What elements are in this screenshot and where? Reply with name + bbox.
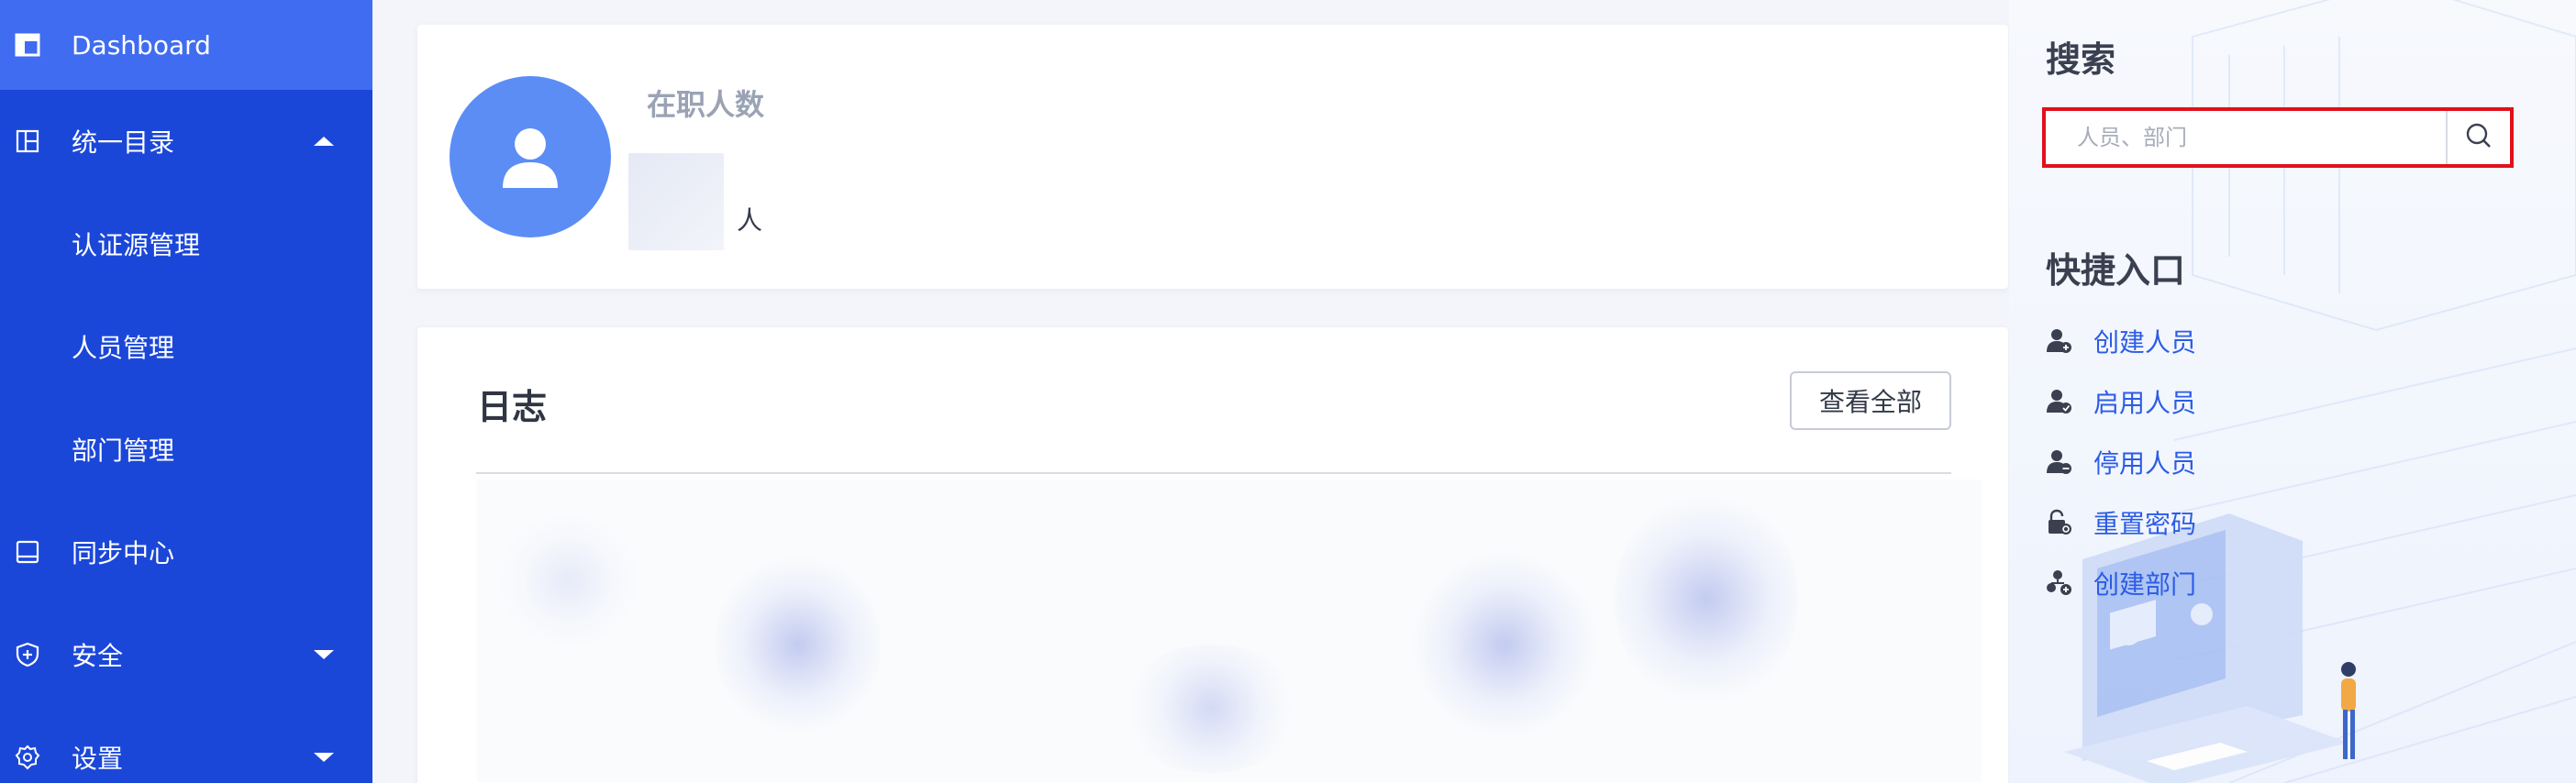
quick-entry-title: 快捷入口 [2046,250,2186,291]
sidebar-item-users[interactable]: 人员管理 [0,303,372,391]
user-avatar-icon [450,76,611,237]
quick-create-department[interactable]: 创建部门 [2046,565,2196,601]
divider [476,472,1951,474]
sidebar-item-label: 认证源管理 [72,230,201,260]
user-disable-icon [2046,448,2073,476]
sidebar-item-auth-sources[interactable]: 认证源管理 [0,200,372,288]
user-enable-icon [2046,388,2073,415]
user-add-icon [2046,327,2073,355]
sidebar-item-sync-center[interactable]: 同步中心 [0,508,372,596]
sidebar-item-security[interactable]: 安全 [0,611,372,699]
quick-item-label: 创建部门 [2093,569,2197,600]
search-box [2042,107,2514,168]
sidebar-item-label: 同步中心 [72,538,175,568]
sidebar-item-label: 设置 [72,744,124,774]
view-all-button[interactable]: 查看全部 [1790,371,1951,430]
lock-reset-icon [2046,509,2073,536]
sidebar-item-settings[interactable]: 设置 [0,713,372,783]
chevron-down-icon [314,753,334,762]
sidebar-item-label: 部门管理 [72,436,175,466]
sidebar-item-label: 统一目录 [72,127,175,158]
quick-item-label: 启用人员 [2093,388,2197,418]
sidebar-item-label: Dashboard [72,29,211,61]
search-input[interactable] [2049,115,2453,160]
employee-count-card: 在职人数 人 [417,25,2008,289]
sidebar-item-label: 人员管理 [72,333,175,363]
sidebar: Dashboard 统一目录 认证源管理 人员管理 部门管理 同步中心 安全 设… [0,0,372,783]
quick-item-label: 创建人员 [2093,327,2197,358]
search-button[interactable] [2446,111,2510,164]
quick-enable-user[interactable]: 启用人员 [2046,383,2196,420]
quick-create-user[interactable]: 创建人员 [2046,323,2196,359]
gear-icon [15,744,40,770]
log-content-blurred [477,480,1982,782]
shield-icon [15,642,40,667]
sidebar-item-dashboard[interactable]: Dashboard [0,0,372,90]
sync-icon [15,539,40,565]
chevron-up-icon [314,137,334,146]
quick-disable-user[interactable]: 停用人员 [2046,444,2196,480]
directory-icon [15,128,40,154]
quick-item-label: 重置密码 [2093,509,2197,539]
quick-reset-password[interactable]: 重置密码 [2046,504,2196,541]
sidebar-item-directory[interactable]: 统一目录 [0,97,372,185]
log-title: 日志 [477,387,548,427]
chevron-down-icon [314,650,334,659]
search-title: 搜索 [2046,39,2116,80]
dashboard-icon [15,32,40,58]
search-icon [2465,122,2493,153]
quick-item-label: 停用人员 [2093,448,2197,479]
right-panel: 搜索 快捷入口 创建人员 启用人员 停用人员 重置密码 [2009,0,2576,783]
employee-count-unit: 人 [737,205,763,236]
employee-count-value [628,153,724,250]
log-card: 日志 查看全部 [417,327,2008,783]
sidebar-item-departments[interactable]: 部门管理 [0,405,372,493]
employee-count-label: 在职人数 [647,87,765,122]
sidebar-item-label: 安全 [72,641,124,671]
department-add-icon [2046,569,2073,597]
